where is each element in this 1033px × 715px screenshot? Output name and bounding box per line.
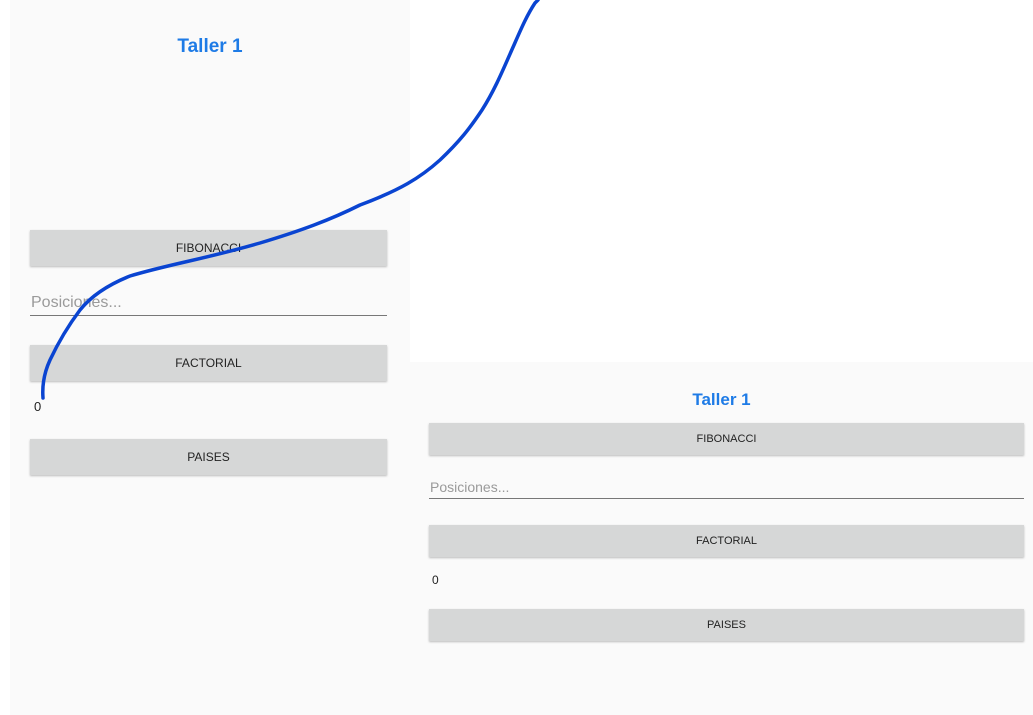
positions-input[interactable] [30,290,387,316]
fibonacci-button[interactable]: FIBONACCI [30,230,387,266]
fibonacci-button[interactable]: FIBONACCI [429,423,1024,455]
app-title: Taller 1 [692,390,751,409]
positions-input[interactable] [429,475,1024,499]
paises-button[interactable]: PAISES [429,609,1024,641]
factorial-button[interactable]: FACTORIAL [30,345,387,381]
app-title: Taller 1 [177,36,243,57]
paises-button[interactable]: PAISES [30,439,387,475]
app-screen-after: Taller 1 FIBONACCI FACTORIAL 0 PAISES [410,362,1033,715]
result-text: 0 [432,573,439,587]
app-screen-before: Taller 1 FIBONACCI FACTORIAL 0 PAISES [10,0,410,715]
comparison-canvas: Taller 1 FIBONACCI FACTORIAL 0 PAISES Ta… [0,0,1033,715]
factorial-button[interactable]: FACTORIAL [429,525,1024,557]
result-text: 0 [34,399,42,414]
